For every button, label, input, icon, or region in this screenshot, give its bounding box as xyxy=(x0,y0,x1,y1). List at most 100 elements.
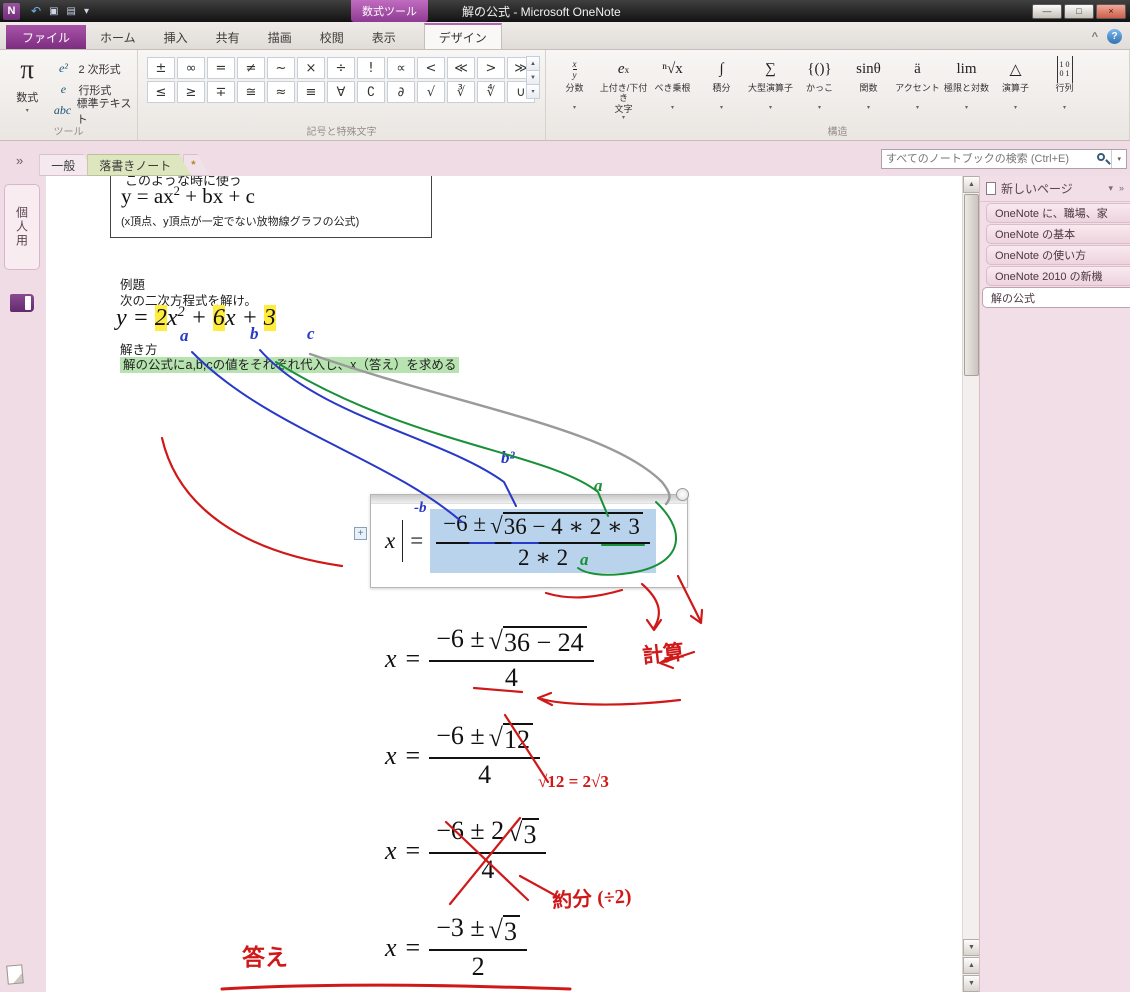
tab-view[interactable]: 表示 xyxy=(358,26,410,49)
ink-label-b: b xyxy=(250,324,259,343)
new-page-label: 新しいページ xyxy=(1001,182,1073,196)
script-e2-icon: e² xyxy=(58,61,68,75)
step-lhs: x xyxy=(385,835,397,865)
close-button[interactable]: × xyxy=(1096,3,1126,19)
next-page-button[interactable]: ▼ xyxy=(963,975,980,992)
tab-design-active[interactable]: デザイン xyxy=(423,23,502,49)
math-step-1[interactable]: x = −6 ± √ 36 − 24 4 xyxy=(385,624,594,693)
symbol-approx[interactable]: ≈ xyxy=(267,81,295,103)
scroll-down-icon[interactable]: ▼ xyxy=(963,939,980,956)
symbol-minus-plus[interactable]: ∓ xyxy=(207,81,235,103)
search-box[interactable]: ▾ xyxy=(881,149,1127,169)
maximize-button[interactable]: □ xyxy=(1064,3,1094,19)
symbol-not-equal[interactable]: ≠ xyxy=(237,57,265,79)
math-step-4-answer[interactable]: x = −3 ± √ 3 2 xyxy=(385,913,527,982)
symbol-for-all[interactable]: ∀ xyxy=(327,81,355,103)
pi-icon: π xyxy=(20,54,35,84)
full-page-view-icon[interactable]: ▤ xyxy=(67,6,76,17)
radicand: 3 xyxy=(502,915,520,947)
symbol-divide[interactable]: ÷ xyxy=(327,57,355,79)
ink-note-calculation: 計算 xyxy=(640,639,686,669)
move-handle-icon[interactable]: + xyxy=(354,527,367,540)
symbol-partial[interactable]: ∂ xyxy=(387,81,415,103)
symbol-infinity[interactable]: ∞ xyxy=(177,57,205,79)
notebook-tab-personal[interactable]: 個人用 xyxy=(4,184,40,270)
page-tab-onenote-2010-new[interactable]: OneNote 2010 の新機 xyxy=(986,266,1130,286)
symbol-identical[interactable]: ≡ xyxy=(297,81,325,103)
page-tab-onenote-basics[interactable]: OneNote の基本 xyxy=(986,224,1130,244)
gallery-scroll-up-icon[interactable]: ▲ xyxy=(526,56,540,71)
symbol-plus-minus[interactable]: ± xyxy=(147,57,175,79)
search-icon[interactable] xyxy=(1095,151,1112,167)
symbol-greater-than[interactable]: > xyxy=(477,57,505,79)
symbol-congruent[interactable]: ≅ xyxy=(237,81,265,103)
radical: √ 12 xyxy=(489,723,533,755)
previous-page-button[interactable]: ▲ xyxy=(963,957,980,974)
page-tab-onenote-intro[interactable]: OneNote に、職場、家 xyxy=(986,203,1130,223)
math-step-2[interactable]: x = −6 ± √ 12 4 xyxy=(385,721,540,790)
section-tab-general[interactable]: 一般 xyxy=(39,154,95,176)
chevron-down-icon: ▾ xyxy=(25,108,29,114)
symbol-factorial[interactable]: ! xyxy=(357,57,385,79)
minimize-button[interactable]: — xyxy=(1032,3,1062,19)
symbol-complement[interactable]: ∁ xyxy=(357,81,385,103)
qat-customize-icon[interactable]: ▾ xyxy=(84,6,89,17)
symbol-fourth-root[interactable]: ∜ xyxy=(477,81,505,103)
symbol-less-than[interactable]: < xyxy=(417,57,445,79)
symbol-proportional[interactable]: ∝ xyxy=(387,57,415,79)
symbol-times[interactable]: × xyxy=(297,57,325,79)
dock-window-icon[interactable]: ▣ xyxy=(49,6,58,17)
gallery-scroll-down-icon[interactable]: ▼ xyxy=(526,70,540,85)
symbol-sqrt[interactable]: √ xyxy=(417,81,445,103)
onenote-app-icon[interactable]: N xyxy=(3,2,20,20)
radicand: 36 − 24 xyxy=(502,626,587,658)
chevron-down-icon: ▾ xyxy=(1062,105,1066,111)
minimize-ribbon-icon[interactable]: ^ xyxy=(1092,31,1098,43)
scrollbar-thumb[interactable] xyxy=(964,194,979,376)
formula-denominator: 2 ∗ 2 xyxy=(518,545,569,570)
search-scope-dropdown-icon[interactable]: ▾ xyxy=(1111,150,1126,168)
tab-share[interactable]: 共有 xyxy=(202,26,254,49)
collapse-panel-icon[interactable]: » xyxy=(1119,183,1124,194)
tab-file[interactable]: ファイル xyxy=(6,25,87,49)
formula-reference-box[interactable]: このような時に使う y = ax2 + bx + c (x頂点、y頂点が一定でな… xyxy=(110,176,432,238)
tab-review[interactable]: 校閲 xyxy=(306,26,358,49)
equation-options-icon[interactable] xyxy=(676,488,689,501)
formula-lhs: x xyxy=(385,528,396,553)
tab-draw[interactable]: 描画 xyxy=(254,26,306,49)
limit-label: 極限と対数 xyxy=(943,83,989,93)
equation-tools-group-header[interactable]: 数式ツール xyxy=(351,0,428,22)
symbol-tilde[interactable]: ~ xyxy=(267,57,295,79)
professional-format-button[interactable]: e² 2 次形式 xyxy=(52,60,137,77)
symbol-much-less[interactable]: ≪ xyxy=(447,57,475,79)
step-fraction: −6 ± √ 36 − 24 4 xyxy=(429,624,594,693)
page-tab-onenote-usage[interactable]: OneNote の使い方 xyxy=(986,245,1130,265)
math-step-3[interactable]: x = −6 ± 2 √ 3 4 xyxy=(385,816,547,885)
tab-home[interactable]: ホーム xyxy=(86,26,150,49)
expand-notebooks-icon[interactable]: » xyxy=(16,153,23,168)
chevron-down-icon: ▾ xyxy=(719,105,723,111)
symbol-less-equal[interactable]: ≤ xyxy=(147,81,175,103)
new-page-header[interactable]: 新しいページ ▾ » xyxy=(980,176,1130,202)
normal-text-button[interactable]: abc 標準テキスト xyxy=(52,98,137,126)
vertical-scrollbar[interactable]: ▲ ▼ ▲ ▼ xyxy=(962,176,980,992)
new-page-dropdown-icon[interactable]: ▾ xyxy=(1108,183,1113,194)
symbol-equals[interactable]: = xyxy=(207,57,235,79)
quadratic-general-formula: y = ax2 + bx + c xyxy=(121,184,255,209)
page-canvas[interactable]: このような時に使う y = ax2 + bx + c (x頂点、y頂点が一定でな… xyxy=(46,176,962,992)
tab-insert[interactable]: 挿入 xyxy=(150,26,202,49)
notebook-icon[interactable] xyxy=(10,294,34,312)
page-corner-icon[interactable] xyxy=(6,964,24,985)
back-icon[interactable]: ↶ xyxy=(31,4,41,18)
symbol-greater-equal[interactable]: ≥ xyxy=(177,81,205,103)
help-icon[interactable]: ? xyxy=(1107,29,1122,44)
section-tab-scratch-notes[interactable]: 落書きノート xyxy=(87,154,191,176)
search-input[interactable] xyxy=(882,153,1096,165)
page-tab-quadratic-formula[interactable]: 解の公式 xyxy=(982,287,1130,308)
symbol-cbrt[interactable]: ∛ xyxy=(447,81,475,103)
scroll-up-icon[interactable]: ▲ xyxy=(963,176,980,193)
ink-label-minus-b: -b xyxy=(414,500,427,516)
normal-text-label: 標準テキスト xyxy=(76,97,132,126)
chevron-down-icon: ▾ xyxy=(817,105,821,111)
gallery-more-icon[interactable]: ▾ xyxy=(526,84,540,99)
